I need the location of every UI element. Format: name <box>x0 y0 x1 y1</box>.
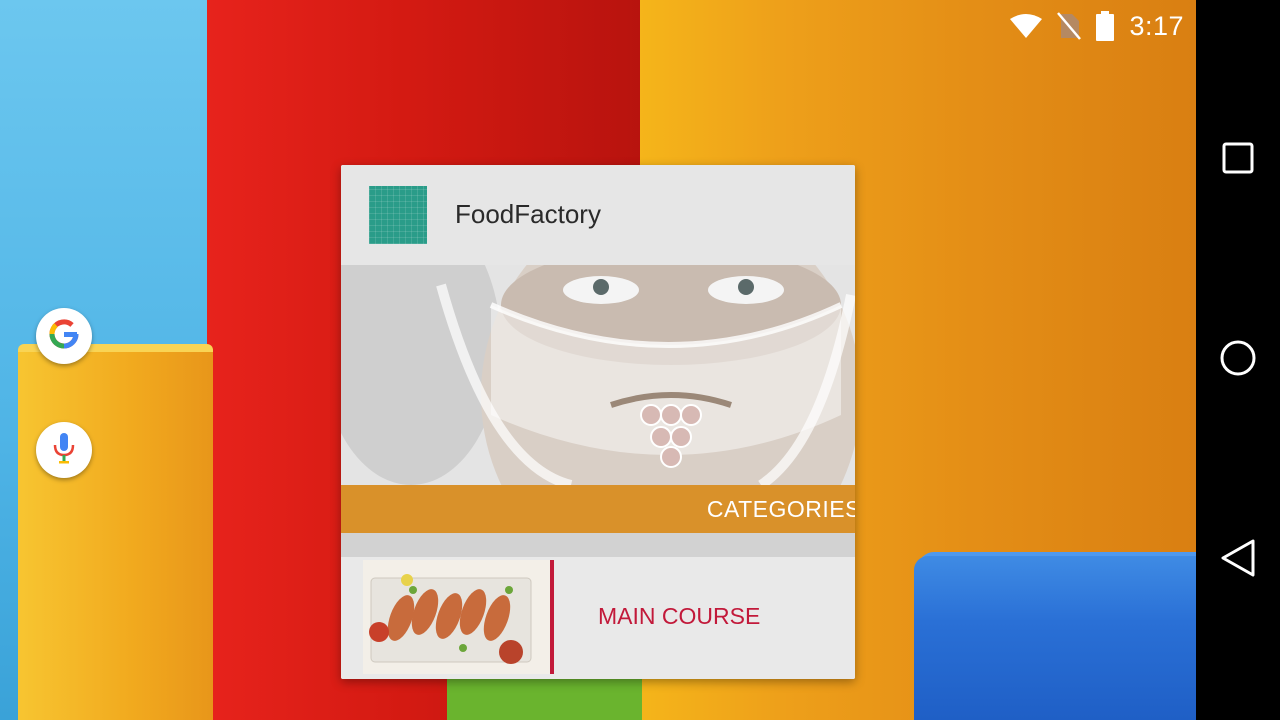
voice-search-button[interactable] <box>36 422 92 478</box>
foodfactory-widget[interactable]: FoodFactory CATEGORIES MAIN COURSE <box>341 165 855 679</box>
category-bar[interactable]: CATEGORIES <box>341 485 855 533</box>
divider <box>341 533 855 557</box>
list-item-label: MAIN COURSE <box>598 603 761 629</box>
accent-bar <box>550 560 554 674</box>
food-thumbnail <box>363 560 551 674</box>
wifi-icon <box>1009 13 1043 39</box>
battery-icon <box>1095 11 1115 41</box>
back-button[interactable] <box>1196 518 1280 602</box>
widget-header: FoodFactory <box>341 165 855 265</box>
recents-icon <box>1221 141 1255 180</box>
home-button[interactable] <box>1196 318 1280 402</box>
app-icon <box>369 186 427 244</box>
list-item-main-course[interactable]: MAIN COURSE <box>341 557 855 679</box>
no-sim-icon <box>1057 12 1082 40</box>
app-title: FoodFactory <box>455 199 601 229</box>
wallpaper-yellow-block <box>18 352 213 720</box>
chef-portrait <box>341 265 855 485</box>
home-icon <box>1219 339 1257 382</box>
hero-image[interactable] <box>341 265 855 485</box>
category-label: CATEGORIES <box>706 496 855 522</box>
google-search-icon <box>46 316 82 357</box>
google-search-button[interactable] <box>36 308 92 364</box>
status-clock: 3:17 <box>1129 10 1184 41</box>
wallpaper-blue-block <box>914 556 1196 720</box>
status-bar: 3:17 <box>1009 6 1184 46</box>
recents-button[interactable] <box>1196 118 1280 202</box>
wallpaper-green-block <box>447 676 642 720</box>
back-icon <box>1219 538 1257 583</box>
navigation-bar <box>1196 0 1280 720</box>
voice-search-icon <box>49 431 79 470</box>
